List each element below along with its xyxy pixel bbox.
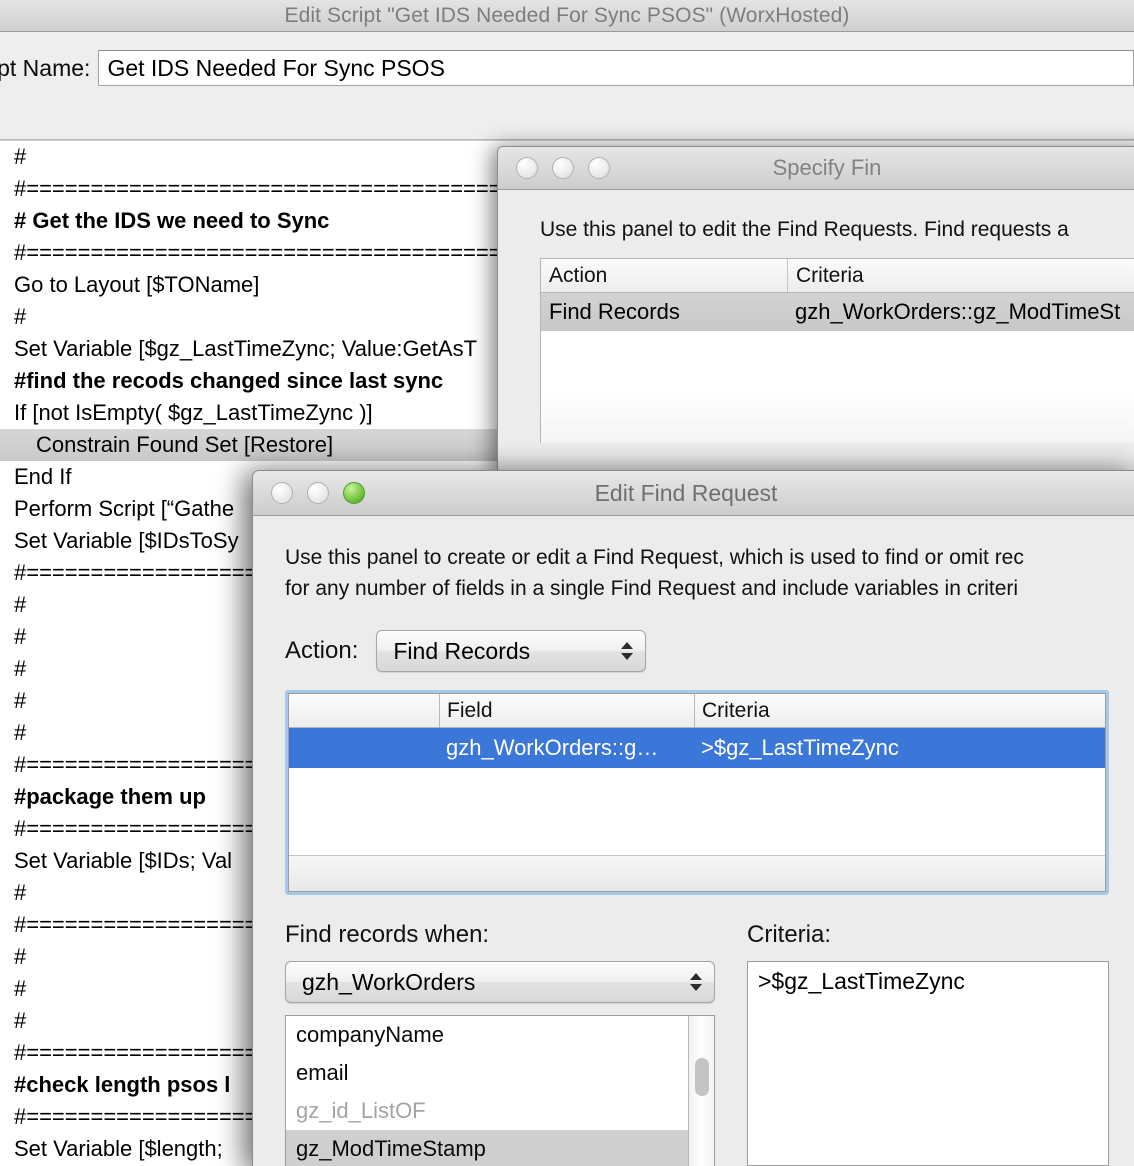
find-records-when-label: Find records when: — [285, 921, 490, 948]
action-dropdown[interactable]: Find Records — [376, 630, 647, 672]
close-button-icon[interactable] — [516, 157, 538, 179]
cell-criteria: gzh_WorkOrders::gz_ModTimeSt — [795, 299, 1121, 324]
field-list-items: companyName email gz_id_ListOF gz_ModTimeSt… — [286, 1016, 688, 1166]
find-request-criteria-table-focusring: Field Criteria gzh_WorkOrders::g… >$gz_La… — [285, 690, 1109, 895]
table-occurrence-value: gzh_WorkOrders — [302, 968, 476, 995]
script-name-row: ipt Name: Get IDS Needed For Sync PSOS — [0, 48, 1134, 88]
criteria-panel-label: Criteria: — [747, 921, 832, 948]
specify-find-requests-titlebar[interactable]: Specify Fin — [498, 147, 1134, 190]
action-row: Action: Find Records — [285, 630, 1109, 672]
cell-field: gzh_WorkOrders::g… — [446, 735, 659, 760]
field-list-item[interactable]: email — [286, 1054, 688, 1092]
edit-find-request-description-line2: for any number of fields in a single Fin… — [285, 577, 1019, 600]
edit-find-request-titlebar[interactable]: Edit Find Request — [253, 471, 1134, 516]
specify-find-requests-description: Use this panel to edit the Find Requests… — [540, 218, 1069, 241]
field-list-item[interactable]: gz_ModTimeStamp — [286, 1130, 688, 1166]
table-row[interactable]: Find Records gzh_WorkOrders::gz_ModTimeSt — [541, 293, 1134, 331]
criteria-rows: gzh_WorkOrders::g… >$gz_LastTimeZync — [289, 728, 1105, 768]
specify-find-requests-body: Use this panel to edit the Find Requests… — [498, 190, 1134, 443]
edit-find-request-description-line1: Use this panel to create or edit a Find … — [285, 546, 1024, 569]
zoom-button-icon[interactable] — [588, 157, 610, 179]
edit-find-request-body: Use this panel to create or edit a Find … — [253, 516, 1134, 1166]
cell-criteria: >$gz_LastTimeZync — [701, 735, 899, 760]
edit-find-request-window: Edit Find Request Use this panel to crea… — [252, 470, 1134, 1166]
script-name-input[interactable]: Get IDS Needed For Sync PSOS — [98, 50, 1134, 86]
action-dropdown-value: Find Records — [393, 637, 531, 664]
script-window-titlebar: Edit Script "Get IDS Needed For Sync PSO… — [0, 0, 1134, 32]
field-list-scroll-thumb[interactable] — [695, 1058, 709, 1096]
action-label: Action: — [285, 637, 359, 664]
cell-action: Find Records — [549, 299, 680, 324]
chevron-updown-icon — [690, 973, 702, 991]
find-requests-table[interactable]: Action Criteria Find Records gzh_WorkOrde… — [540, 258, 1134, 443]
window-controls — [271, 482, 365, 504]
find-requests-table-header: Action Criteria — [541, 259, 1134, 293]
edit-find-request-title: Edit Find Request — [594, 479, 778, 506]
find-records-when-panel: Find records when: gzh_WorkOrders compan… — [285, 921, 715, 1166]
criteria-table-footer — [289, 855, 1105, 891]
window-controls — [516, 157, 610, 179]
column-header-action[interactable]: Action — [541, 259, 787, 292]
field-list-scrollbar[interactable] — [688, 1016, 714, 1166]
table-occurrence-dropdown[interactable]: gzh_WorkOrders — [285, 961, 715, 1003]
script-name-label: ipt Name: — [0, 54, 91, 81]
minimize-button-icon[interactable] — [307, 482, 329, 504]
criteria-table-empty-area — [289, 768, 1105, 855]
screen-root: Edit Script "Get IDS Needed For Sync PSO… — [0, 0, 1134, 1166]
find-request-criteria-table[interactable]: Field Criteria gzh_WorkOrders::g… >$gz_La… — [288, 693, 1106, 892]
script-window-title: Edit Script "Get IDS Needed For Sync PSO… — [284, 3, 850, 27]
chevron-updown-icon — [621, 642, 634, 660]
column-header-spacer — [289, 694, 439, 727]
criteria-panel: Criteria: >$gz_LastTimeZync — [747, 921, 1109, 1166]
column-header-field[interactable]: Field — [439, 694, 694, 727]
criteria-input[interactable]: >$gz_LastTimeZync — [747, 961, 1109, 1166]
zoom-button-icon[interactable] — [343, 482, 365, 504]
find-requests-rows: Find Records gzh_WorkOrders::gz_ModTimeSt — [541, 293, 1134, 331]
field-list-item[interactable]: gz_id_ListOF — [286, 1092, 688, 1130]
find-request-detail-columns: Find records when: gzh_WorkOrders compan… — [285, 921, 1109, 1166]
specify-find-requests-window: Specify Fin Use this panel to edit the F… — [497, 146, 1134, 476]
column-header-criteria[interactable]: Criteria — [694, 694, 1105, 727]
field-list[interactable]: companyName email gz_id_ListOF gz_ModTimeSt… — [285, 1015, 715, 1166]
criteria-table-header: Field Criteria — [289, 694, 1105, 728]
field-list-item[interactable]: companyName — [286, 1016, 688, 1054]
close-button-icon[interactable] — [271, 482, 293, 504]
minimize-button-icon[interactable] — [552, 157, 574, 179]
find-requests-empty-area — [541, 331, 1134, 443]
table-row[interactable]: gzh_WorkOrders::g… >$gz_LastTimeZync — [289, 728, 1105, 768]
column-header-criteria[interactable]: Criteria — [787, 259, 1134, 292]
